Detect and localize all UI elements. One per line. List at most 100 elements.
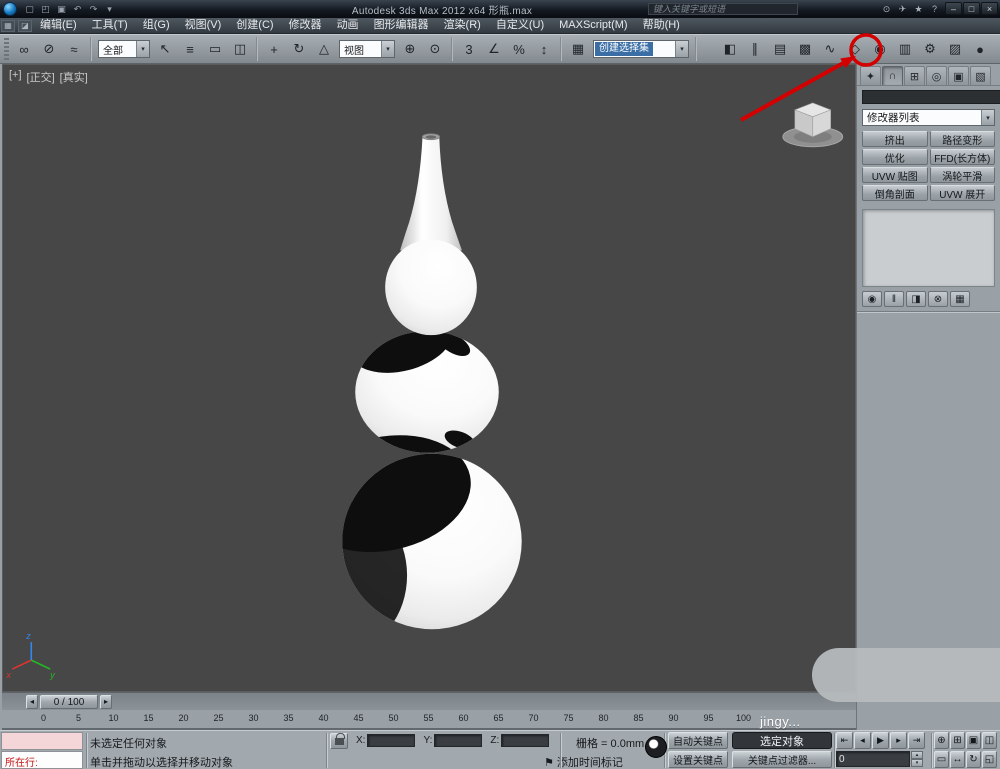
viewport-shading-menu[interactable]: [真实] bbox=[60, 69, 88, 85]
viewport-pov-menu[interactable]: [正交] bbox=[27, 69, 55, 85]
percent-snap-toggle[interactable]: % bbox=[507, 37, 531, 61]
bevel-profile-button[interactable]: 倒角剖面 bbox=[862, 185, 928, 201]
snaps-toggle-3d[interactable]: 3 bbox=[457, 37, 481, 61]
selection-filter-dropdown[interactable]: 全部 bbox=[98, 40, 150, 58]
zoom-region-button[interactable]: ▭ bbox=[934, 751, 949, 768]
render-setup[interactable]: ⚙ bbox=[918, 37, 942, 61]
show-end-result-button[interactable]: ‖ bbox=[884, 291, 904, 307]
zoom-button[interactable]: ⊕ bbox=[934, 732, 949, 749]
optimize-button[interactable]: 优化 bbox=[862, 149, 928, 165]
maxscript-mini-listener[interactable]: 所在行: bbox=[1, 751, 83, 769]
key-filters-button[interactable]: 关键点过滤器... bbox=[732, 751, 832, 768]
turbosmooth-button[interactable]: 涡轮平滑 bbox=[930, 167, 996, 183]
maxscript-mini-listener-macro[interactable] bbox=[1, 732, 83, 750]
app-logo-icon[interactable] bbox=[3, 2, 17, 16]
zoom-extents-button[interactable]: ▣ bbox=[966, 732, 981, 749]
spinner-snap-toggle[interactable]: ↕ bbox=[532, 37, 556, 61]
redo-button[interactable]: ↷ bbox=[86, 2, 101, 16]
communication-center-icon[interactable]: ✈ bbox=[895, 2, 910, 16]
slate-material-editor[interactable]: ▥ bbox=[893, 37, 917, 61]
menu-modifiers[interactable]: 修改器 bbox=[282, 18, 329, 34]
tab-display[interactable]: ▣ bbox=[948, 66, 969, 85]
menu-graph-editors[interactable]: 图形编辑器 bbox=[367, 18, 436, 34]
align[interactable]: ∥ bbox=[743, 37, 767, 61]
tab-create[interactable]: ✦ bbox=[860, 66, 881, 85]
menu-animation[interactable]: 动画 bbox=[330, 18, 366, 34]
toolbar-drag-handle[interactable] bbox=[4, 38, 9, 60]
edit-named-selection-sets[interactable]: ▦ bbox=[566, 37, 590, 61]
track-bar[interactable]: 0510152025303540455055606570758085909510… bbox=[2, 710, 856, 730]
zoom-all-button[interactable]: ⊞ bbox=[950, 732, 965, 749]
next-frame-button[interactable]: ▸ bbox=[890, 732, 907, 749]
curve-editor[interactable]: ∿ bbox=[818, 37, 842, 61]
ffd-box-button[interactable]: FFD(长方体) bbox=[930, 149, 996, 165]
time-slider-handle[interactable]: 0 / 100 bbox=[40, 695, 98, 709]
minimize-button[interactable]: – bbox=[945, 2, 962, 15]
select-by-name[interactable]: ≡ bbox=[178, 37, 202, 61]
search-icon[interactable]: ⊙ bbox=[879, 2, 894, 16]
close-button[interactable]: × bbox=[981, 2, 998, 15]
modifier-stack-list[interactable] bbox=[862, 209, 995, 287]
menu-edit[interactable]: 编辑(E) bbox=[33, 18, 84, 34]
tab-modify[interactable]: ∩ bbox=[882, 66, 903, 85]
make-unique-button[interactable]: ◨ bbox=[906, 291, 926, 307]
select-object[interactable]: ↖ bbox=[153, 37, 177, 61]
add-time-tag[interactable]: ⚑ 添加时间标记 bbox=[544, 754, 623, 769]
undo-button[interactable]: ↶ bbox=[70, 2, 85, 16]
menu-group[interactable]: 组(G) bbox=[136, 18, 177, 34]
play-button[interactable]: ▶ bbox=[872, 732, 889, 749]
coordinate-input[interactable] bbox=[501, 734, 549, 747]
pan-button[interactable]: ↔ bbox=[950, 751, 965, 768]
select-and-link[interactable]: ∞ bbox=[12, 37, 36, 61]
coordinate-input[interactable] bbox=[434, 734, 482, 747]
unlink-selection[interactable]: ⊘ bbox=[37, 37, 61, 61]
maximize-button[interactable]: □ bbox=[963, 2, 980, 15]
scene-explorer-icon[interactable]: ▦ bbox=[1, 20, 15, 32]
new-scene-button[interactable]: ▢ bbox=[22, 2, 37, 16]
favorites-icon[interactable]: ★ bbox=[911, 2, 926, 16]
auto-key-button[interactable]: 自动关键点 bbox=[668, 732, 728, 749]
maximize-viewport-toggle[interactable]: ◱ bbox=[982, 751, 997, 768]
set-key-filter-dropdown[interactable]: 选定对象 bbox=[732, 732, 832, 749]
gourd-vase-model[interactable] bbox=[287, 134, 521, 649]
remove-modifier-button[interactable]: ⊗ bbox=[928, 291, 948, 307]
reference-coordinate-dropdown[interactable]: 视图 bbox=[339, 40, 395, 58]
path-deform-button[interactable]: 路径变形 bbox=[930, 131, 996, 147]
frame-spinner[interactable] bbox=[911, 751, 923, 767]
select-and-manipulate[interactable]: ⊙ bbox=[423, 37, 447, 61]
angle-snap-toggle[interactable]: ∠ bbox=[482, 37, 506, 61]
graphite-modeling-tools[interactable]: ▩ bbox=[793, 37, 817, 61]
set-key-button[interactable]: 设置关键点 bbox=[668, 751, 728, 768]
mirror[interactable]: ◧ bbox=[718, 37, 742, 61]
menu-maxscript[interactable]: MAXScript(M) bbox=[552, 18, 634, 34]
viewcube[interactable] bbox=[783, 103, 843, 147]
orthographic-viewport[interactable]: [+] [正交] [真实] bbox=[2, 64, 856, 692]
menu-rendering[interactable]: 渲染(R) bbox=[437, 18, 488, 34]
object-name-field[interactable] bbox=[862, 90, 1000, 104]
tab-motion[interactable]: ◎ bbox=[926, 66, 947, 85]
use-pivot-point-center[interactable]: ⊕ bbox=[398, 37, 422, 61]
menu-tools[interactable]: 工具(T) bbox=[85, 18, 135, 34]
named-selection-sets-dropdown[interactable]: 创建选择集 bbox=[593, 40, 689, 58]
current-frame-field[interactable] bbox=[836, 751, 910, 767]
select-and-scale[interactable]: △ bbox=[312, 37, 336, 61]
zoom-extents-all-button[interactable]: ◫ bbox=[982, 732, 997, 749]
time-slider[interactable]: ◂ 0 / 100 ▸ bbox=[2, 692, 856, 710]
open-file-button[interactable]: ◰ bbox=[38, 2, 53, 16]
menu-customize[interactable]: 自定义(U) bbox=[489, 18, 551, 34]
coordinate-input[interactable] bbox=[367, 734, 415, 747]
extrude-button[interactable]: 挤出 bbox=[862, 131, 928, 147]
uvw-map-button[interactable]: UVW 贴图 bbox=[862, 167, 928, 183]
go-to-start-button[interactable]: ⇤ bbox=[836, 732, 853, 749]
viewport-general-menu[interactable]: [+] bbox=[9, 69, 22, 85]
select-and-rotate[interactable]: ↻ bbox=[287, 37, 311, 61]
layer-explorer-icon[interactable]: ◪ bbox=[18, 20, 32, 32]
save-file-button[interactable]: ▣ bbox=[54, 2, 69, 16]
selection-lock-toggle[interactable] bbox=[330, 733, 348, 749]
next-key-button[interactable]: ▸ bbox=[100, 695, 112, 709]
layer-manager[interactable]: ▤ bbox=[768, 37, 792, 61]
select-and-move[interactable]: + bbox=[262, 37, 286, 61]
help-icon[interactable]: ? bbox=[927, 2, 942, 16]
schematic-view[interactable]: ◇ bbox=[843, 37, 867, 61]
render-production[interactable]: ● bbox=[968, 37, 992, 61]
